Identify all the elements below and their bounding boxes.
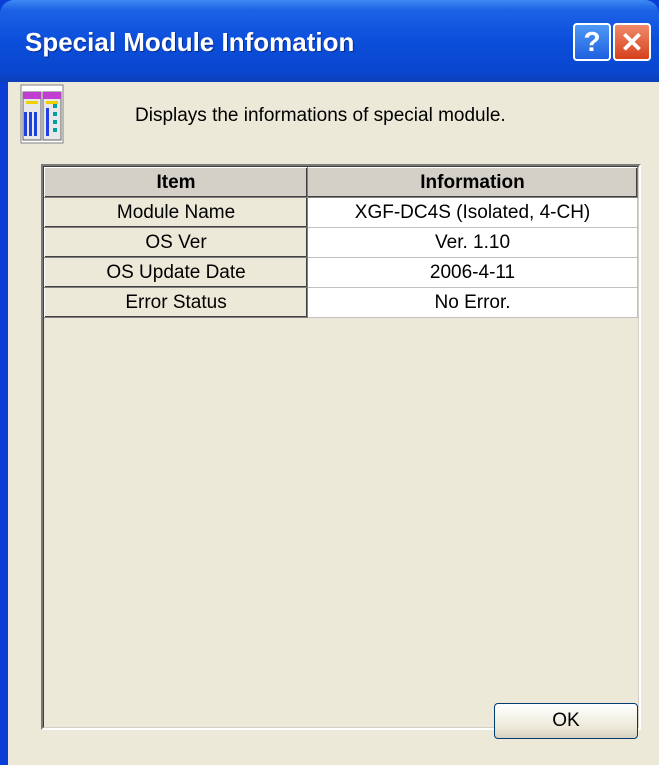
info-table: Item Information Module Name XGF-DC4S (I… [43, 167, 638, 318]
column-header-information[interactable]: Information [307, 167, 638, 198]
close-icon: ✕ [620, 26, 644, 58]
window-title: Special Module Infomation [25, 27, 355, 57]
description-text: Displays the informations of special mod… [135, 105, 506, 126]
table-row[interactable]: Error Status No Error. [43, 287, 638, 318]
ok-button[interactable]: OK [494, 703, 638, 739]
help-icon: ? [583, 26, 601, 57]
row-item-cell: Module Name [43, 197, 309, 228]
table-row[interactable]: Module Name XGF-DC4S (Isolated, 4-CH) [43, 197, 638, 228]
row-item-cell: OS Update Date [43, 257, 309, 288]
table-row[interactable]: OS Ver Ver. 1.10 [43, 227, 638, 258]
row-item-cell: Error Status [43, 287, 309, 318]
row-info-cell[interactable]: 2006-4-11 [307, 257, 638, 288]
row-info-cell[interactable]: No Error. [307, 287, 638, 318]
table-row[interactable]: OS Update Date 2006-4-11 [43, 257, 638, 288]
close-button[interactable]: ✕ [613, 23, 651, 61]
row-info-cell[interactable]: Ver. 1.10 [307, 227, 638, 258]
grid-inner-border: Item Information Module Name XGF-DC4S (I… [43, 166, 639, 728]
row-item-cell: OS Ver [43, 227, 309, 258]
module-rack-icon [20, 84, 64, 144]
column-header-item[interactable]: Item [43, 167, 309, 198]
header-row: Item Information [43, 167, 638, 198]
info-grid[interactable]: Item Information Module Name XGF-DC4S (I… [41, 164, 641, 730]
help-button[interactable]: ? [573, 23, 611, 61]
title-bar[interactable]: Special Module Infomation ? ✕ [0, 0, 659, 82]
dialog-window: Special Module Infomation ? ✕ Displays t… [0, 0, 659, 765]
row-info-cell[interactable]: XGF-DC4S (Isolated, 4-CH) [307, 197, 638, 228]
dialog-client-area: Displays the informations of special mod… [8, 82, 659, 765]
